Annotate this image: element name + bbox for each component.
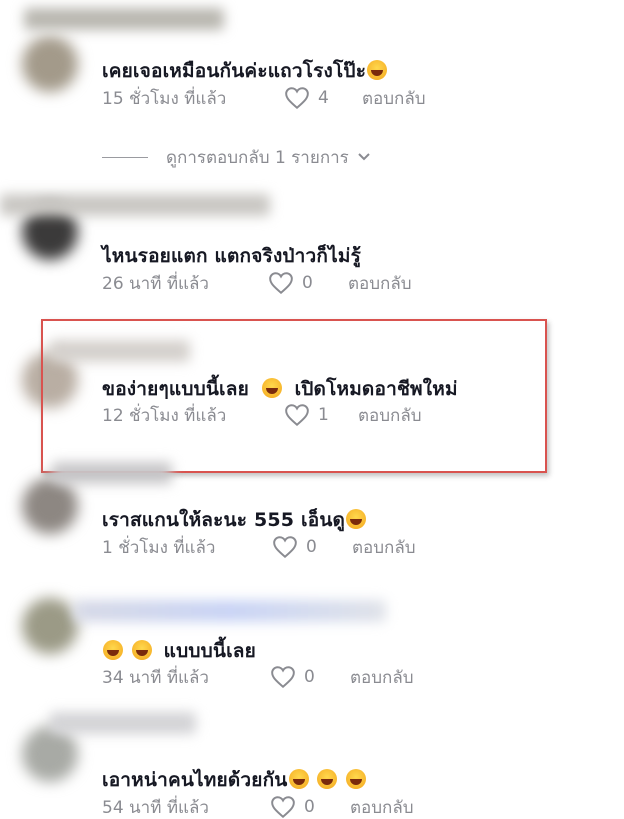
comment-text-body: เคยเจอเหมือนกันค่ะแถวโรงโป๊ะ	[102, 60, 367, 82]
avatar[interactable]	[22, 598, 78, 654]
reply-button[interactable]: ตอบกลับ	[350, 664, 414, 691]
like-count: 0	[302, 273, 313, 293]
beaming-face-emoji-icon	[346, 509, 367, 529]
reply-button[interactable]: ตอบกลับ	[362, 85, 426, 112]
tears-of-joy-emoji-icon	[288, 769, 309, 789]
username-blurred[interactable]	[50, 712, 196, 734]
tears-of-joy-emoji-icon	[317, 769, 338, 789]
comment-text: เอาหน่าคนไทยด้วยกัน	[102, 765, 367, 795]
comment-meta: 54 นาที ที่แล้ว 0 ตอบกลับ	[102, 794, 414, 819]
comment-meta: 26 นาที ที่แล้ว 0 ตอบกลับ	[102, 270, 412, 296]
tears-of-joy-emoji-icon	[131, 640, 152, 660]
highlight-box	[41, 319, 547, 473]
like-count: 0	[306, 537, 317, 557]
comment-text: เคยเจอเหมือนกันค่ะแถวโรงโป๊ะ	[102, 56, 388, 86]
comment-text-body: แบบบนี้เลย	[163, 640, 256, 662]
username-blurred[interactable]	[0, 194, 270, 216]
tears-of-joy-emoji-icon	[103, 640, 123, 660]
comment-text-body: เราสแกนให้ละนะ 555 เอ็นดู	[102, 509, 346, 531]
timestamp: 15 ชั่วโมง ที่แล้ว	[102, 88, 227, 109]
heart-icon	[285, 87, 309, 110]
comment-meta: 15 ชั่วโมง ที่แล้ว 4 ตอบกลับ	[102, 85, 426, 111]
rolling-laughing-emoji-icon	[367, 60, 388, 80]
heart-icon	[271, 796, 295, 819]
heart-icon	[269, 272, 293, 295]
timestamp: 1 ชั่วโมง ที่แล้ว	[102, 537, 216, 558]
like-button[interactable]: 4	[284, 86, 362, 110]
comment-meta: 1 ชั่วโมง ที่แล้ว 0 ตอบกลับ	[102, 534, 416, 560]
comment-text: ไหนรอยแตก แตกจริงป่าวก็ไม่รู้	[102, 241, 361, 271]
chevron-down-icon	[358, 153, 370, 161]
like-button[interactable]: 0	[270, 795, 350, 819]
comment-text: แบบบนี้เลย	[102, 636, 256, 666]
username-blurred[interactable]	[52, 462, 172, 484]
like-button[interactable]: 0	[272, 535, 352, 559]
comment-text-body: ไหนรอยแตก แตกจริงป่าวก็ไม่รู้	[102, 245, 362, 267]
username-blurred[interactable]	[24, 8, 224, 30]
reply-button[interactable]: ตอบกลับ	[348, 270, 412, 297]
view-replies-label: ดูการตอบกลับ 1 รายการ	[166, 147, 349, 168]
like-count: 4	[318, 88, 329, 108]
username-blurred[interactable]	[74, 600, 386, 622]
timestamp: 26 นาที ที่แล้ว	[102, 273, 209, 294]
divider-line	[102, 156, 148, 158]
like-button[interactable]: 0	[268, 271, 348, 295]
heart-icon	[271, 666, 295, 689]
like-button[interactable]: 0	[270, 665, 350, 689]
comment-text: เราสแกนให้ละนะ 555 เอ็นดู	[102, 505, 367, 535]
heart-icon	[273, 536, 297, 559]
timestamp: 54 นาที ที่แล้ว	[102, 797, 209, 818]
tears-of-joy-emoji-icon	[346, 769, 367, 789]
comment-text-body: เอาหน่าคนไทยด้วยกัน	[102, 769, 288, 791]
reply-button[interactable]: ตอบกลับ	[350, 794, 414, 819]
view-replies-button[interactable]: ดูการตอบกลับ 1 รายการ	[102, 145, 371, 169]
comment-meta: 34 นาที ที่แล้ว 0 ตอบกลับ	[102, 664, 414, 690]
timestamp: 34 นาที ที่แล้ว	[102, 667, 209, 688]
avatar[interactable]	[22, 36, 78, 92]
reply-button[interactable]: ตอบกลับ	[352, 534, 416, 561]
avatar[interactable]	[22, 726, 78, 782]
avatar[interactable]	[22, 478, 78, 534]
like-count: 0	[304, 667, 315, 687]
like-count: 0	[304, 797, 315, 817]
